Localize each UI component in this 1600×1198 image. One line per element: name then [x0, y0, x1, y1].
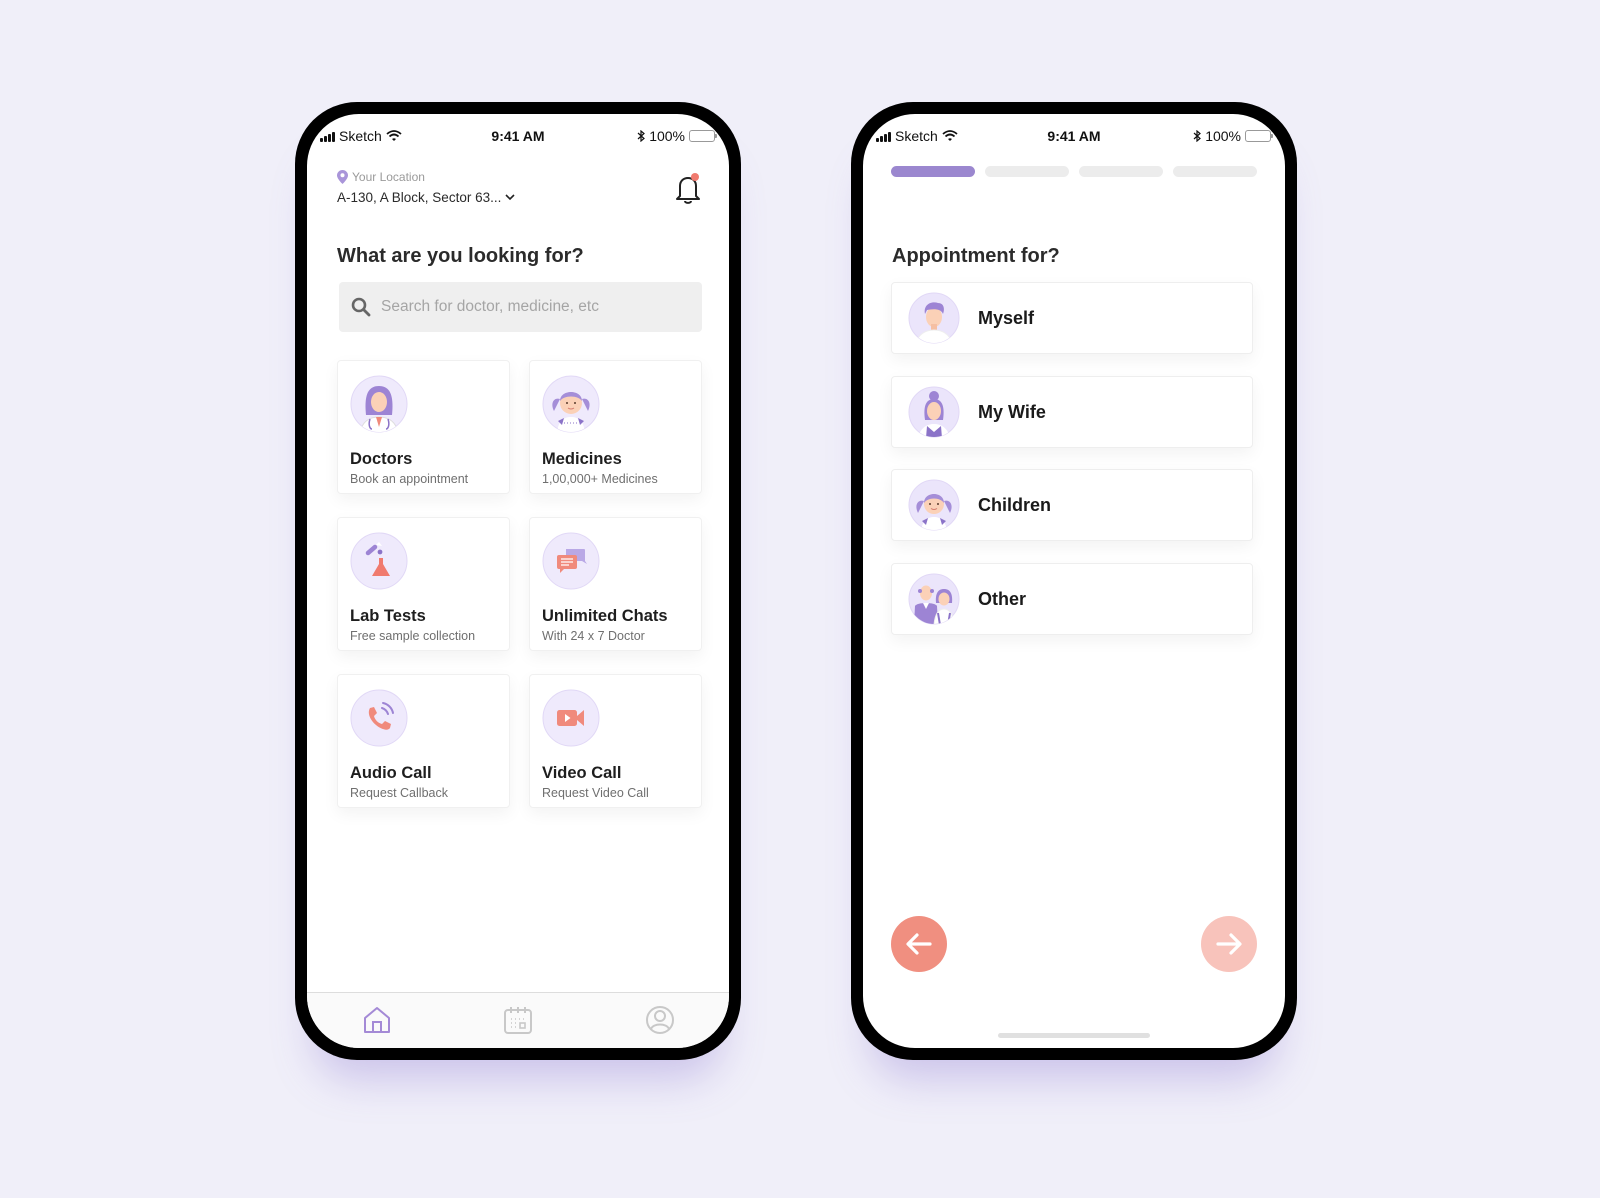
- back-button[interactable]: [891, 916, 947, 972]
- home-icon[interactable]: [362, 1005, 392, 1035]
- option-label: Children: [978, 494, 1052, 515]
- option-label: Other: [978, 588, 1027, 609]
- service-subtitle: Request Callback: [350, 786, 448, 800]
- option-myself[interactable]: Myself: [891, 282, 1253, 354]
- notification-dot: [691, 173, 699, 181]
- battery-percent: 100%: [649, 128, 685, 144]
- search-input[interactable]: [381, 298, 681, 316]
- arrow-left-icon: [906, 933, 932, 955]
- calendar-icon[interactable]: [503, 1005, 533, 1035]
- elderly-couple-avatar-icon: [908, 573, 960, 625]
- status-bar: Sketch 9:41 AM 100%: [307, 126, 729, 148]
- service-title: Audio Call: [350, 764, 432, 782]
- map-pin-icon: [337, 170, 348, 184]
- location-label: Your Location: [352, 170, 425, 184]
- service-card-video-call[interactable]: Video Call Request Video Call: [529, 674, 702, 808]
- service-title: Lab Tests: [350, 607, 426, 625]
- home-screen: Sketch 9:41 AM 100% Your Location A-130,…: [307, 114, 729, 1048]
- signal-icon: [320, 131, 335, 142]
- battery-icon: [689, 130, 717, 142]
- service-subtitle: Book an appointment: [350, 472, 469, 486]
- location-value: A-130, A Block, Sector 63...: [337, 190, 502, 205]
- service-subtitle: Free sample collection: [350, 629, 476, 643]
- phone-appointment: Sketch 9:41 AM 100% Appointment for? Mys…: [851, 102, 1297, 1060]
- phone-call-icon: [350, 689, 408, 747]
- search-icon: [351, 297, 371, 317]
- service-title: Medicines: [542, 450, 622, 468]
- progress-step-1: [891, 166, 975, 177]
- phone-home: Sketch 9:41 AM 100% Your Location A-130,…: [295, 102, 741, 1060]
- bell-icon[interactable]: [673, 172, 703, 206]
- step-progress: [891, 166, 1257, 177]
- woman-avatar-icon: [908, 386, 960, 438]
- option-children[interactable]: Children: [891, 469, 1253, 541]
- status-bar: Sketch 9:41 AM 100%: [863, 126, 1285, 148]
- location-selector[interactable]: Your Location A-130, A Block, Sector 63.…: [337, 170, 515, 205]
- service-subtitle: Request Video Call: [542, 786, 649, 800]
- man-avatar-icon: [908, 292, 960, 344]
- carrier-name: Sketch: [339, 128, 382, 144]
- carrier-name: Sketch: [895, 128, 938, 144]
- bottom-tab-bar: [307, 992, 729, 1048]
- service-card-doctors[interactable]: Doctors Book an appointment: [337, 360, 510, 494]
- girl-avatar-icon: [542, 375, 600, 433]
- bluetooth-icon: [1193, 130, 1202, 142]
- next-button[interactable]: [1201, 916, 1257, 972]
- service-card-unlimited-chats[interactable]: Unlimited Chats With 24 x 7 Doctor: [529, 517, 702, 651]
- service-title: Doctors: [350, 450, 413, 468]
- service-title: Video Call: [542, 764, 622, 782]
- battery-percent: 100%: [1205, 128, 1241, 144]
- battery-icon: [1245, 130, 1273, 142]
- chevron-down-icon: [505, 194, 515, 201]
- option-my-wife[interactable]: My Wife: [891, 376, 1253, 448]
- service-title: Unlimited Chats: [542, 607, 668, 625]
- doctor-avatar-icon: [350, 375, 408, 433]
- progress-step-2: [985, 166, 1069, 177]
- option-label: My Wife: [978, 401, 1046, 422]
- home-indicator: [998, 1033, 1150, 1038]
- flask-icon: [350, 532, 408, 590]
- service-subtitle: 1,00,000+ Medicines: [542, 472, 658, 486]
- service-card-audio-call[interactable]: Audio Call Request Callback: [337, 674, 510, 808]
- progress-step-4: [1173, 166, 1257, 177]
- wifi-icon: [386, 130, 402, 141]
- service-card-lab-tests[interactable]: Lab Tests Free sample collection: [337, 517, 510, 651]
- video-camera-icon: [542, 689, 600, 747]
- search-bar[interactable]: [339, 282, 702, 332]
- option-other[interactable]: Other: [891, 563, 1253, 635]
- arrow-right-icon: [1216, 933, 1242, 955]
- service-subtitle: With 24 x 7 Doctor: [542, 629, 645, 643]
- bluetooth-icon: [637, 130, 646, 142]
- chat-bubbles-icon: [542, 532, 600, 590]
- option-label: Myself: [978, 307, 1035, 328]
- service-card-medicines[interactable]: Medicines 1,00,000+ Medicines: [529, 360, 702, 494]
- user-circle-icon[interactable]: [645, 1005, 675, 1035]
- appointment-heading: Appointment for?: [892, 245, 1060, 267]
- signal-icon: [876, 131, 891, 142]
- appointment-screen: Sketch 9:41 AM 100% Appointment for? Mys…: [863, 114, 1285, 1048]
- home-heading: What are you looking for?: [337, 245, 584, 267]
- wifi-icon: [942, 130, 958, 141]
- girl-avatar-icon: [908, 479, 960, 531]
- progress-step-3: [1079, 166, 1163, 177]
